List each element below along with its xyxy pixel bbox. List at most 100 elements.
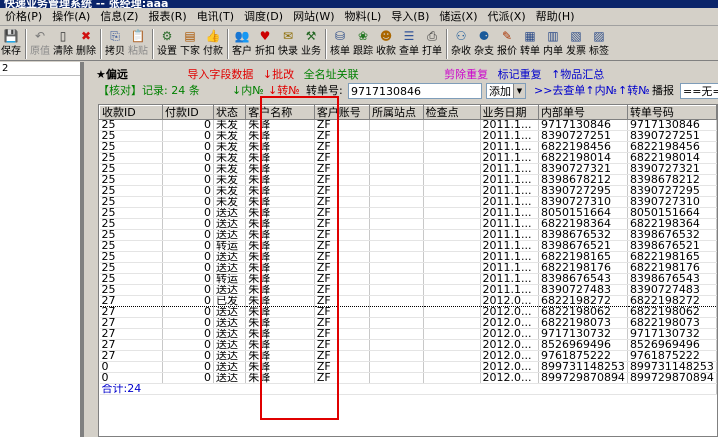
trans-no-input[interactable]: 9717130846	[348, 83, 482, 99]
cell-customer-name[interactable]: 朱峰	[245, 229, 315, 241]
cell-business-date[interactable]: 2011.1...	[480, 284, 539, 296]
table-row[interactable]: 27 0 已发 朱峰 ZF 2012.0... 6822198272 6822198272	[99, 295, 717, 307]
discount-button[interactable]: ♥ 折扣	[254, 27, 276, 60]
cell-customer-name[interactable]: 朱峰	[245, 295, 315, 307]
cell-customer-name[interactable]: 朱峰	[245, 251, 315, 263]
table-row[interactable]: 25 0 未发 朱峰 ZF 2011.1... 8390727321 8390727321	[99, 163, 717, 175]
cell-pay-id[interactable]: 0	[162, 251, 215, 263]
cell-business-date[interactable]: 2011.1...	[480, 152, 539, 164]
cell-internal-no[interactable]: 8390727321	[538, 163, 628, 175]
cell-customer-name[interactable]: 朱峰	[245, 240, 315, 252]
cell-customer-account[interactable]: ZF	[314, 339, 370, 351]
chevron-down-icon[interactable]: ▼	[513, 84, 525, 98]
cell-internal-no[interactable]: 6822198176	[538, 262, 628, 274]
cell-site[interactable]	[369, 317, 424, 329]
menu-materials[interactable]: 物料(L)	[340, 8, 387, 25]
cell-internal-no[interactable]: 899731148253	[538, 361, 628, 373]
cell-site[interactable]	[369, 240, 424, 252]
table-row[interactable]: 25 0 未发 朱峰 ZF 2011.1... 8390727251 8390727251	[99, 130, 717, 142]
menu-price[interactable]: 价格(P)	[0, 8, 47, 25]
cell-status[interactable]: 已发	[213, 295, 247, 307]
cell-site[interactable]	[369, 229, 424, 241]
cell-status[interactable]: 未发	[213, 185, 247, 197]
cell-trans-no[interactable]: 8050151664	[627, 207, 717, 219]
col-header-status[interactable]: 状态	[213, 105, 247, 120]
cell-customer-name[interactable]: 朱峰	[245, 284, 315, 296]
cell-pay-id[interactable]: 0	[162, 339, 215, 351]
cell-trans-no[interactable]: 8390727310	[627, 196, 717, 208]
cell-site[interactable]	[369, 339, 424, 351]
cell-site[interactable]	[369, 251, 424, 263]
table-row[interactable]: 25 0 送达 朱峰 ZF 2011.1... 8390727483 8390727483	[99, 284, 717, 296]
cell-status[interactable]: 送达	[213, 306, 247, 318]
cell-checkpoint[interactable]	[423, 328, 481, 340]
print-button[interactable]: ⎙ 打单	[421, 27, 443, 60]
misc-expense-button[interactable]: ⚈ 杂支	[473, 27, 495, 60]
cell-receive-id[interactable]: 25	[99, 141, 163, 153]
cell-site[interactable]	[369, 207, 424, 219]
cell-status[interactable]: 未发	[213, 119, 247, 131]
cell-checkpoint[interactable]	[423, 284, 481, 296]
table-row[interactable]: 25 0 送达 朱峰 ZF 2011.1... 6822198165 6822198165	[99, 251, 717, 263]
menu-operation[interactable]: 操作(A)	[47, 8, 95, 25]
cell-trans-no[interactable]: 6822198073	[627, 317, 717, 329]
cell-checkpoint[interactable]	[423, 262, 481, 274]
cell-pay-id[interactable]: 0	[162, 229, 215, 241]
cell-business-date[interactable]: 2012.0...	[480, 328, 539, 340]
cell-receive-id[interactable]: 25	[99, 196, 163, 208]
save-button[interactable]: 💾 保存	[0, 27, 22, 60]
cell-site[interactable]	[369, 119, 424, 131]
menu-dispatch[interactable]: 调度(D)	[239, 8, 288, 25]
menu-report[interactable]: 报表(R)	[143, 8, 191, 25]
cell-site[interactable]	[369, 130, 424, 142]
cell-business-date[interactable]: 2011.1...	[480, 273, 539, 285]
cell-customer-account[interactable]: ZF	[314, 240, 370, 252]
cell-receive-id[interactable]: 25	[99, 273, 163, 285]
table-row[interactable]: 25 0 送达 朱峰 ZF 2011.1... 8050151664 8050151664	[99, 207, 717, 219]
cell-internal-no[interactable]: 6822198165	[538, 251, 628, 263]
cell-customer-account[interactable]: ZF	[314, 306, 370, 318]
cell-status[interactable]: 送达	[213, 317, 247, 329]
cell-business-date[interactable]: 2012.0...	[480, 372, 539, 384]
cell-business-date[interactable]: 2011.1...	[480, 240, 539, 252]
cell-customer-name[interactable]: 朱峰	[245, 262, 315, 274]
cell-site[interactable]	[369, 262, 424, 274]
col-header-internal-no[interactable]: 内部单号	[537, 105, 628, 120]
cell-checkpoint[interactable]	[423, 306, 481, 318]
cell-receive-id[interactable]: 27	[99, 295, 163, 307]
cell-business-date[interactable]: 2012.0...	[480, 306, 539, 318]
cell-pay-id[interactable]: 0	[162, 295, 215, 307]
cell-status[interactable]: 送达	[213, 339, 247, 351]
cell-customer-account[interactable]: ZF	[314, 196, 370, 208]
cell-customer-name[interactable]: 朱峰	[245, 130, 315, 142]
cell-checkpoint[interactable]	[423, 141, 481, 153]
cell-trans-no[interactable]: 8398676532	[627, 229, 717, 241]
cell-business-date[interactable]: 2011.1...	[480, 196, 539, 208]
cell-receive-id[interactable]: 25	[99, 130, 163, 142]
cell-status[interactable]: 送达	[213, 350, 247, 362]
cell-internal-no[interactable]: 8526969496	[538, 339, 628, 351]
cell-status[interactable]: 未发	[213, 130, 247, 142]
copy-button[interactable]: ⎘ 拷贝	[104, 27, 126, 60]
cell-internal-no[interactable]: 6822198014	[538, 152, 628, 164]
cell-checkpoint[interactable]	[423, 229, 481, 241]
cell-customer-name[interactable]: 朱峰	[245, 273, 315, 285]
cell-checkpoint[interactable]	[423, 251, 481, 263]
cell-customer-name[interactable]: 朱峰	[245, 174, 315, 186]
cell-site[interactable]	[369, 163, 424, 175]
cell-customer-account[interactable]: ZF	[314, 262, 370, 274]
business-button[interactable]: ⚒ 业务	[300, 27, 322, 60]
cell-pay-id[interactable]: 0	[162, 196, 215, 208]
cell-pay-id[interactable]: 0	[162, 185, 215, 197]
table-row[interactable]: 0 0 送达 朱峰 ZF 2012.0... 899731148253 89973114825…	[99, 361, 717, 373]
cell-site[interactable]	[369, 284, 424, 296]
cell-trans-no[interactable]: 8398676521	[627, 240, 717, 252]
cell-site[interactable]	[369, 218, 424, 230]
cell-business-date[interactable]: 2012.0...	[480, 350, 539, 362]
cell-receive-id[interactable]: 27	[99, 306, 163, 318]
cell-customer-account[interactable]: ZF	[314, 372, 370, 384]
cell-business-date[interactable]: 2011.1...	[480, 218, 539, 230]
clear-button[interactable]: ▯ 清除	[52, 27, 74, 60]
cell-receive-id[interactable]: 25	[99, 218, 163, 230]
cell-internal-no[interactable]: 6822198456	[538, 141, 628, 153]
